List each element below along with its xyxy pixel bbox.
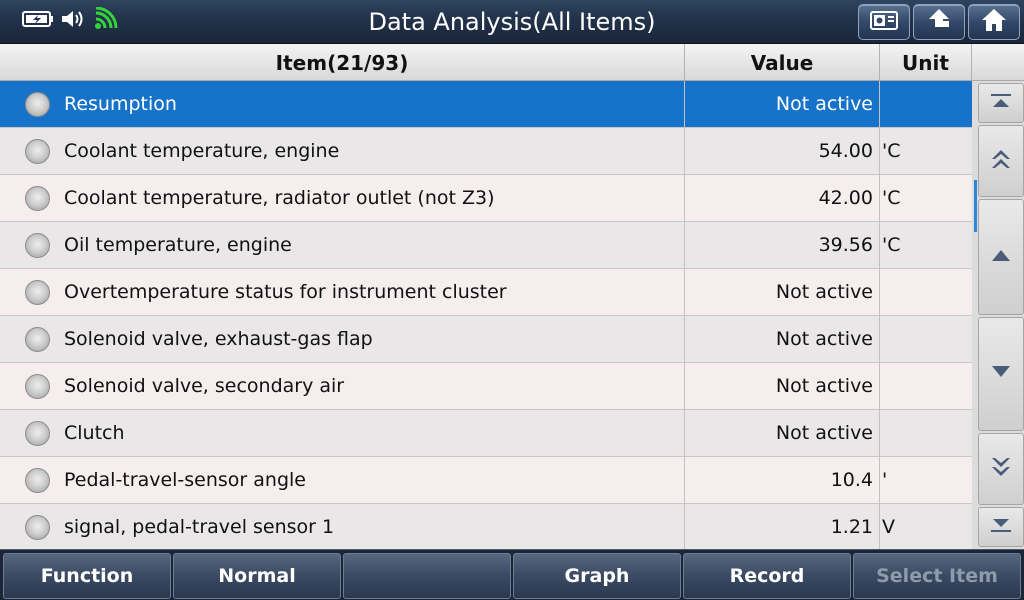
scroll-position-indicator bbox=[974, 180, 977, 232]
item-unit: 'C bbox=[882, 234, 901, 256]
table-row[interactable]: Clutch Not active bbox=[0, 410, 972, 457]
column-header-item: Item(21/93) bbox=[0, 44, 685, 80]
item-value: Not active bbox=[775, 93, 873, 115]
scroll-top-button[interactable] bbox=[978, 83, 1024, 123]
column-divider bbox=[879, 81, 880, 549]
column-divider bbox=[684, 81, 685, 549]
item-name: Coolant temperature, engine bbox=[64, 140, 340, 162]
scroll-bottom-icon bbox=[989, 515, 1013, 539]
double-chevron-up-icon bbox=[989, 146, 1013, 176]
item-name: Coolant temperature, radiator outlet (no… bbox=[64, 187, 495, 209]
table-row[interactable]: Oil temperature, engine 39.56 'C bbox=[0, 222, 972, 269]
table-row[interactable]: Solenoid valve, exhaust-gas flap Not act… bbox=[0, 316, 972, 363]
item-value: Not active bbox=[775, 281, 873, 303]
column-header-unit: Unit bbox=[880, 44, 972, 80]
item-unit: V bbox=[882, 516, 895, 538]
normal-button[interactable]: Normal bbox=[173, 553, 341, 599]
radio-icon[interactable] bbox=[25, 515, 50, 540]
item-name: Clutch bbox=[64, 422, 125, 444]
function-button[interactable]: Function bbox=[3, 553, 171, 599]
item-value: 54.00 bbox=[818, 140, 873, 162]
item-name: Overtemperature status for instrument cl… bbox=[64, 281, 507, 303]
item-value: 10.4 bbox=[830, 469, 873, 491]
item-value: 1.21 bbox=[830, 516, 873, 538]
graph-button[interactable]: Graph bbox=[513, 553, 681, 599]
blank-button[interactable] bbox=[343, 553, 511, 599]
table-row[interactable]: Resumption Not active bbox=[0, 81, 972, 128]
back-button[interactable] bbox=[913, 4, 965, 40]
home-icon bbox=[980, 7, 1008, 37]
top-bar: Data Analysis(All Items) bbox=[0, 0, 1024, 44]
data-table: Resumption Not active Coolant temperatur… bbox=[0, 81, 972, 551]
radio-icon[interactable] bbox=[25, 280, 50, 305]
table-header: Item(21/93) Value Unit bbox=[0, 44, 1024, 81]
radio-icon[interactable] bbox=[25, 468, 50, 493]
photo-icon bbox=[869, 9, 899, 35]
scroll-up-button[interactable] bbox=[978, 199, 1024, 315]
table-row[interactable]: Solenoid valve, secondary air Not active bbox=[0, 363, 972, 410]
item-name: Solenoid valve, exhaust-gas flap bbox=[64, 328, 373, 350]
item-name: Resumption bbox=[64, 93, 177, 115]
item-name: Pedal-travel-sensor angle bbox=[64, 469, 306, 491]
table-row[interactable]: Coolant temperature, radiator outlet (no… bbox=[0, 175, 972, 222]
radio-icon[interactable] bbox=[25, 421, 50, 446]
item-unit: 'C bbox=[882, 140, 901, 162]
double-chevron-down-icon bbox=[989, 454, 1013, 484]
select-item-button[interactable]: Select Item bbox=[853, 553, 1021, 599]
item-value: Not active bbox=[775, 422, 873, 444]
item-value: 42.00 bbox=[818, 187, 873, 209]
page-down-button[interactable] bbox=[978, 433, 1024, 505]
triangle-down-icon bbox=[989, 363, 1013, 385]
radio-icon[interactable] bbox=[25, 327, 50, 352]
triangle-up-icon bbox=[989, 246, 1013, 268]
back-icon bbox=[925, 7, 953, 37]
column-header-value: Value bbox=[685, 44, 880, 80]
item-name: Oil temperature, engine bbox=[64, 234, 292, 256]
page-up-button[interactable] bbox=[978, 125, 1024, 197]
table-row[interactable]: signal, pedal-travel sensor 1 1.21 V bbox=[0, 504, 972, 551]
radio-icon[interactable] bbox=[25, 374, 50, 399]
radio-icon[interactable] bbox=[25, 233, 50, 258]
radio-icon[interactable] bbox=[25, 92, 50, 117]
scroll-bottom-button[interactable] bbox=[978, 507, 1024, 547]
scroll-down-button[interactable] bbox=[978, 317, 1024, 431]
table-row[interactable]: Coolant temperature, engine 54.00 'C bbox=[0, 128, 972, 175]
item-name: signal, pedal-travel sensor 1 bbox=[64, 516, 335, 538]
scroll-top-icon bbox=[989, 91, 1013, 115]
radio-icon[interactable] bbox=[25, 139, 50, 164]
item-value: 39.56 bbox=[818, 234, 873, 256]
item-unit: 'C bbox=[882, 187, 901, 209]
scroll-column bbox=[972, 81, 1024, 549]
bottom-toolbar: Function Normal Graph Record Select Item bbox=[0, 549, 1024, 600]
home-button[interactable] bbox=[968, 4, 1020, 40]
item-value: Not active bbox=[775, 328, 873, 350]
table-row[interactable]: Overtemperature status for instrument cl… bbox=[0, 269, 972, 316]
table-row[interactable]: Pedal-travel-sensor angle 10.4 ' bbox=[0, 457, 972, 504]
screenshot-button[interactable] bbox=[858, 4, 910, 40]
item-name: Solenoid valve, secondary air bbox=[64, 375, 345, 397]
column-header-blank bbox=[972, 44, 1024, 80]
record-button[interactable]: Record bbox=[683, 553, 851, 599]
item-value: Not active bbox=[775, 375, 873, 397]
radio-icon[interactable] bbox=[25, 186, 50, 211]
item-unit: ' bbox=[882, 469, 888, 491]
